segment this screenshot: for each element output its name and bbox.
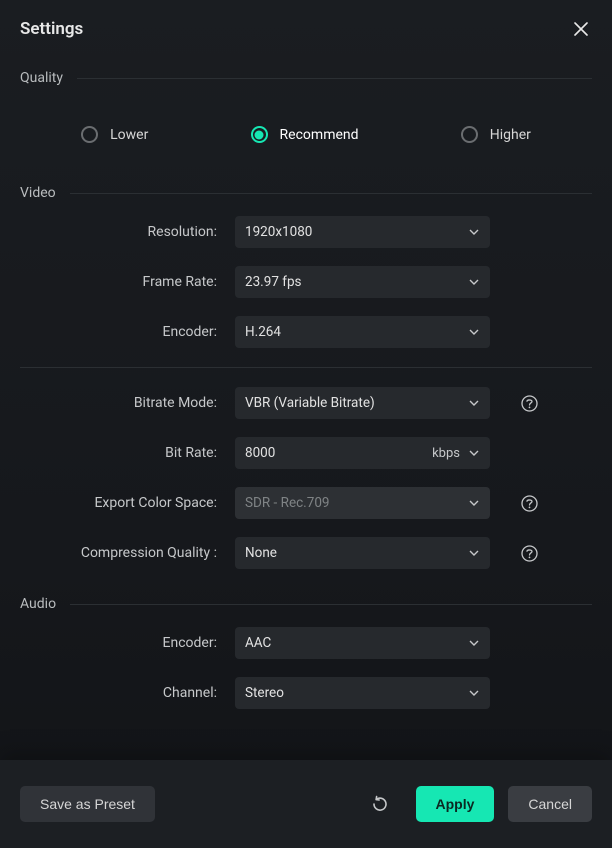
close-icon (574, 22, 588, 36)
video-encoder-value: H.264 (245, 324, 468, 340)
bitrate-label: Bit Rate: (20, 445, 235, 461)
bitrate-unit: kbps (432, 446, 460, 461)
chevron-down-icon (468, 226, 480, 238)
chevron-down-icon (468, 497, 480, 509)
audio-section-header: Audio (0, 578, 612, 618)
audio-encoder-select[interactable]: AAC (235, 627, 490, 659)
comp-quality-select[interactable]: None (235, 537, 490, 569)
divider (20, 367, 592, 368)
quality-section-header: Quality (0, 52, 612, 92)
audio-heading: Audio (20, 596, 56, 612)
close-button[interactable] (570, 18, 592, 40)
audio-channel-select[interactable]: Stereo (235, 677, 490, 709)
comp-quality-label: Compression Quality : (20, 545, 235, 561)
dialog-title: Settings (20, 19, 83, 39)
chevron-down-icon (468, 637, 480, 649)
help-icon (521, 545, 538, 562)
video-encoder-select[interactable]: H.264 (235, 316, 490, 348)
bitrate-value: 8000 (245, 445, 432, 461)
quality-option-recommend[interactable]: Recommend (251, 126, 359, 143)
quality-option-label: Recommend (280, 127, 359, 143)
bitrate-mode-help-button[interactable] (520, 394, 538, 412)
help-icon (521, 395, 538, 412)
footer: Save as Preset Apply Cancel (0, 760, 612, 848)
restore-defaults-button[interactable] (368, 792, 392, 816)
color-space-select: SDR - Rec.709 (235, 487, 490, 519)
video-section-header: Video (0, 167, 612, 207)
chevron-down-icon (468, 447, 480, 459)
bitrate-mode-value: VBR (Variable Bitrate) (245, 395, 468, 411)
video-heading: Video (20, 185, 56, 201)
resolution-value: 1920x1080 (245, 224, 468, 240)
color-space-value: SDR - Rec.709 (245, 495, 468, 511)
restore-icon (370, 794, 390, 814)
radio-icon (461, 126, 478, 143)
quality-option-label: Higher (490, 127, 531, 143)
color-space-label: Export Color Space: (20, 495, 235, 511)
comp-quality-value: None (245, 545, 468, 561)
chevron-down-icon (468, 397, 480, 409)
audio-channel-value: Stereo (245, 685, 468, 701)
comp-quality-help-button[interactable] (520, 544, 538, 562)
quality-option-lower[interactable]: Lower (81, 126, 148, 143)
bitrate-mode-label: Bitrate Mode: (20, 395, 235, 411)
bitrate-input[interactable]: 8000 kbps (235, 437, 490, 469)
chevron-down-icon (468, 547, 480, 559)
cancel-button[interactable]: Cancel (508, 786, 592, 822)
framerate-value: 23.97 fps (245, 274, 468, 290)
radio-icon (251, 126, 268, 143)
apply-button[interactable]: Apply (416, 786, 495, 822)
radio-icon (81, 126, 98, 143)
framerate-label: Frame Rate: (20, 274, 235, 290)
resolution-select[interactable]: 1920x1080 (235, 216, 490, 248)
audio-encoder-label: Encoder: (20, 635, 235, 651)
chevron-down-icon (468, 687, 480, 699)
chevron-down-icon (468, 326, 480, 338)
quality-heading: Quality (20, 70, 63, 86)
quality-option-higher[interactable]: Higher (461, 126, 531, 143)
save-as-preset-button[interactable]: Save as Preset (20, 786, 155, 822)
framerate-select[interactable]: 23.97 fps (235, 266, 490, 298)
color-space-help-button[interactable] (520, 494, 538, 512)
quality-option-label: Lower (110, 127, 148, 143)
resolution-label: Resolution: (20, 224, 235, 240)
video-encoder-label: Encoder: (20, 324, 235, 340)
audio-encoder-value: AAC (245, 635, 468, 651)
audio-channel-label: Channel: (20, 685, 235, 701)
bitrate-mode-select[interactable]: VBR (Variable Bitrate) (235, 387, 490, 419)
chevron-down-icon (468, 276, 480, 288)
help-icon (521, 495, 538, 512)
